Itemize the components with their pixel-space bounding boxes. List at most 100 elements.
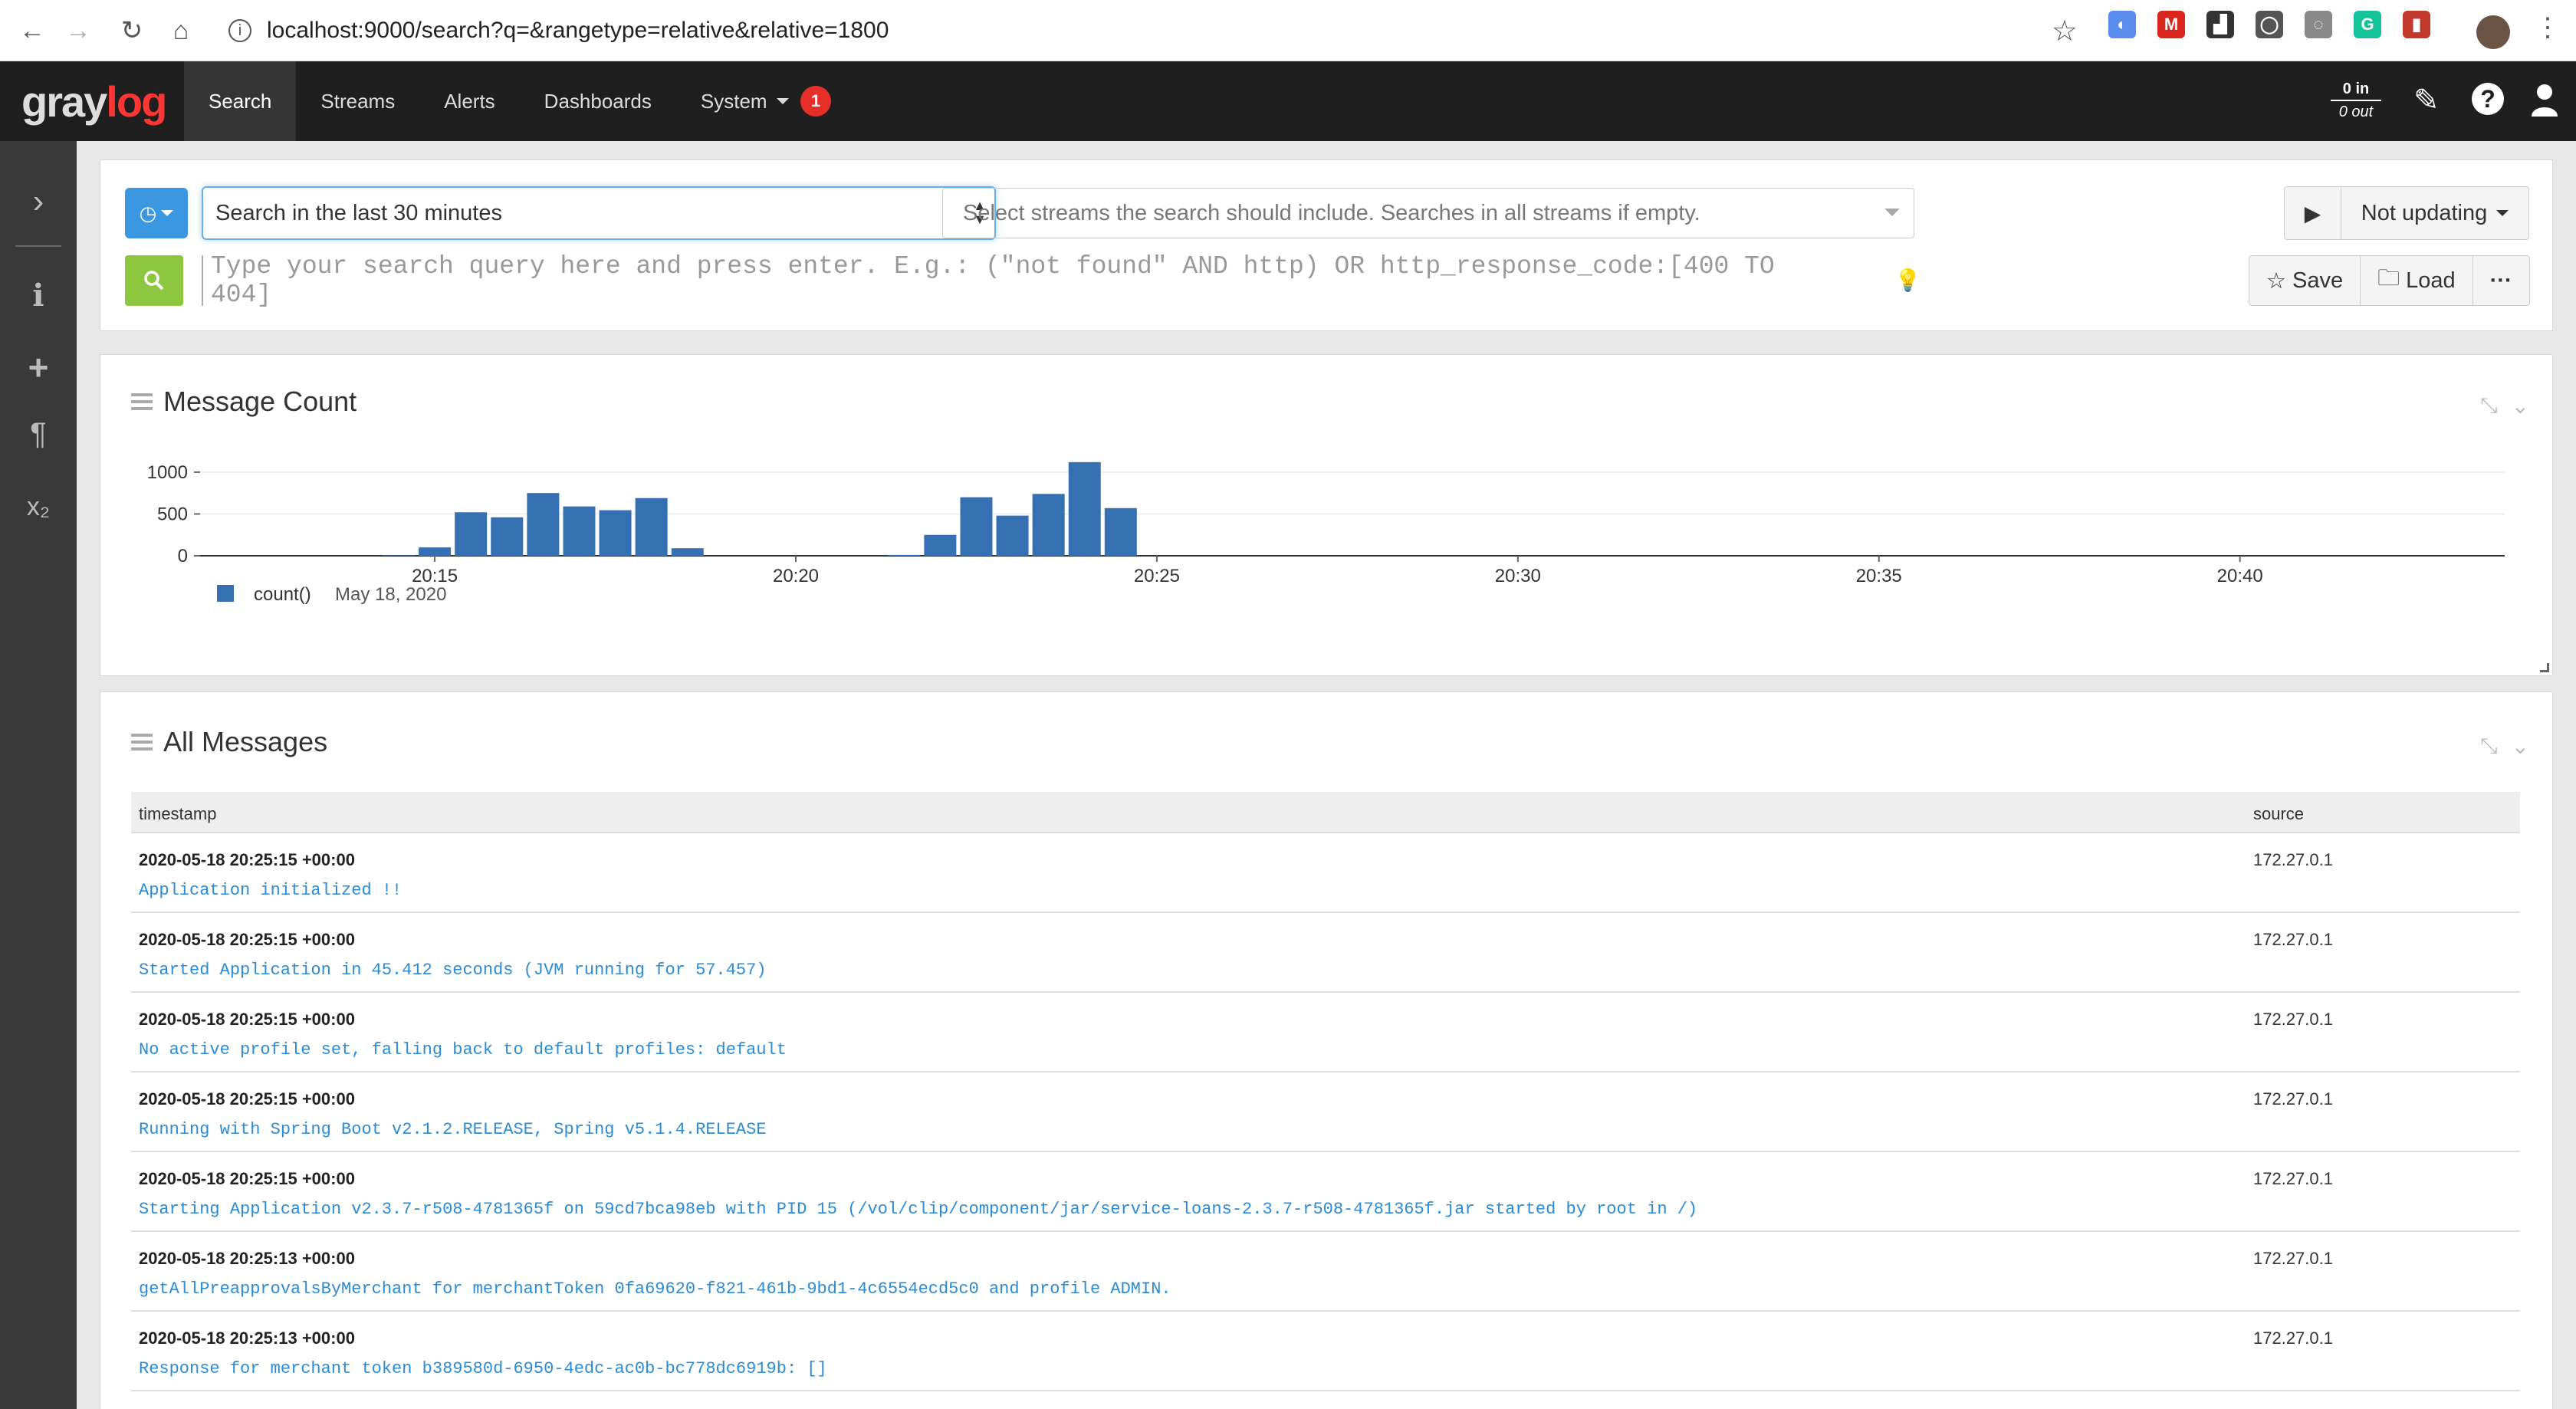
refresh-interval-dropdown[interactable]: Not updating bbox=[2341, 186, 2529, 240]
star-icon: ☆ bbox=[2266, 268, 2286, 294]
help-icon[interactable]: ? bbox=[2472, 83, 2504, 115]
time-range-type-button[interactable]: ◷ bbox=[125, 188, 188, 238]
legend-swatch bbox=[217, 585, 234, 602]
row-message[interactable]: getAllPreapprovalsByMerchant for merchan… bbox=[139, 1279, 1171, 1299]
table-row[interactable]: 2020-05-18 20:25:15 +00:00 Started Applic… bbox=[131, 913, 2520, 993]
row-message[interactable]: Response for merchant token b389580d-695… bbox=[139, 1359, 827, 1378]
row-source: 172.27.0.1 bbox=[2253, 850, 2333, 869]
ext-7-icon[interactable]: ▮ bbox=[2403, 11, 2430, 38]
chart-bar bbox=[671, 548, 704, 556]
row-timestamp: 2020-05-18 20:25:15 +00:00 bbox=[139, 1169, 355, 1188]
nav-dashboards[interactable]: Dashboards bbox=[520, 61, 676, 141]
chevron-down-icon bbox=[1884, 209, 1900, 216]
chevron-down-icon[interactable]: ⌄ bbox=[2512, 734, 2529, 759]
home-icon[interactable]: ⌂ bbox=[156, 6, 205, 55]
ext-6-icon[interactable]: G bbox=[2354, 11, 2381, 38]
subscript-icon[interactable]: x₂ bbox=[0, 492, 77, 522]
forward-icon[interactable]: → bbox=[54, 6, 103, 55]
chevron-down-icon bbox=[2496, 210, 2509, 216]
chart-bar bbox=[563, 506, 596, 556]
throughput-out: 0 out bbox=[2331, 100, 2381, 123]
message-count-panel: Message Count ⤡ ⌄ 0 500 1000 20:15 20:20 20:2… bbox=[100, 354, 2553, 676]
add-icon[interactable]: + bbox=[0, 347, 77, 388]
search-button[interactable] bbox=[125, 255, 183, 306]
x-tick-label: 20:25 bbox=[1134, 566, 1180, 586]
ext-1-icon[interactable]: ◐ bbox=[2108, 11, 2136, 38]
row-message[interactable]: Started Application in 45.412 seconds (J… bbox=[139, 961, 767, 980]
all-messages-panel: All Messages ⤡ ⌄ timestamp source 2020-0… bbox=[100, 691, 2553, 1409]
browser-menu-icon[interactable]: ⋮ bbox=[2535, 12, 2561, 43]
chart-bar bbox=[1068, 461, 1101, 556]
chart-bar bbox=[455, 512, 488, 556]
search-bar-panel: ◷ Search in the last 30 minutes ▲ ▼ Selec… bbox=[100, 159, 2553, 331]
load-button[interactable]: 🗀 Load bbox=[2361, 255, 2473, 306]
search-query-input[interactable]: Type your search query here and press en… bbox=[202, 252, 1819, 309]
folder-icon: 🗀 bbox=[2377, 265, 2400, 291]
table-row[interactable]: 2020-05-18 20:25:13 +00:00 Response for m… bbox=[131, 1312, 2520, 1391]
graylog-logo[interactable]: graylog bbox=[21, 77, 167, 126]
row-message[interactable]: Application initialized !! bbox=[139, 881, 402, 900]
expand-sidebar-icon[interactable]: › bbox=[0, 182, 77, 221]
chart-bar bbox=[960, 497, 993, 556]
play-icon: ▶ bbox=[2304, 201, 2321, 225]
bookmark-star-icon[interactable]: ☆ bbox=[2052, 14, 2078, 48]
nav-search[interactable]: Search bbox=[184, 61, 297, 141]
legend-label: count() bbox=[254, 584, 311, 605]
info-icon[interactable]: i bbox=[228, 19, 251, 42]
column-header-source[interactable]: source bbox=[2253, 804, 2304, 824]
user-icon[interactable] bbox=[2530, 83, 2559, 124]
paragraph-icon[interactable]: ¶ bbox=[0, 417, 77, 452]
update-label: Not updating bbox=[2361, 200, 2488, 225]
chart-bar bbox=[527, 493, 560, 556]
x-tick-label: 20:20 bbox=[773, 566, 819, 586]
more-actions-button[interactable]: ··· bbox=[2472, 255, 2530, 306]
row-timestamp: 2020-05-18 20:25:15 +00:00 bbox=[139, 1089, 355, 1108]
table-row[interactable]: 2020-05-18 20:25:15 +00:00 Running with S… bbox=[131, 1072, 2520, 1152]
ext-4-icon[interactable]: ◯ bbox=[2256, 11, 2283, 38]
save-button[interactable]: ☆ Save bbox=[2249, 255, 2361, 306]
resize-handle-icon[interactable] bbox=[2540, 663, 2549, 672]
profile-avatar[interactable] bbox=[2476, 15, 2510, 49]
streams-select[interactable]: Select streams the search should include… bbox=[942, 188, 1914, 238]
row-message[interactable]: Starting Application v2.3.7-r508-4781365… bbox=[139, 1200, 1697, 1219]
play-button[interactable]: ▶ bbox=[2284, 186, 2341, 240]
info-icon[interactable]: i bbox=[0, 278, 77, 314]
ext-2-icon[interactable]: M bbox=[2157, 11, 2185, 38]
browser-toolbar: ← → ↻ ⌂ i localhost:9000/search?q=&range… bbox=[0, 0, 2576, 61]
load-label: Load bbox=[2406, 268, 2456, 293]
table-row[interactable]: 2020-05-18 20:25:15 +00:00 Application in… bbox=[131, 833, 2520, 913]
query-help-icon[interactable]: 💡 bbox=[1894, 268, 1921, 293]
chart-bar bbox=[383, 555, 416, 556]
table-row[interactable]: 2020-05-18 20:25:15 +00:00 Starting Appli… bbox=[131, 1152, 2520, 1232]
nav-alerts[interactable]: Alerts bbox=[419, 61, 519, 141]
row-message[interactable]: Running with Spring Boot v2.1.2.RELEASE,… bbox=[139, 1120, 767, 1139]
throughput-counter[interactable]: 0 in 0 out bbox=[2331, 78, 2381, 123]
column-header-timestamp[interactable]: timestamp bbox=[139, 804, 216, 824]
notification-badge[interactable]: 1 bbox=[800, 86, 831, 117]
time-range-value: Search in the last 30 minutes bbox=[215, 200, 502, 225]
left-sidebar: › i + ¶ x₂ bbox=[0, 141, 77, 1409]
table-row[interactable]: 2020-05-18 20:25:13 +00:00 getAllPreappro… bbox=[131, 1232, 2520, 1312]
ext-3-icon[interactable]: ▟ bbox=[2206, 11, 2234, 38]
nav-system[interactable]: System bbox=[676, 61, 813, 141]
message-count-chart[interactable]: 0 500 1000 20:15 20:20 20:25 20:30 20:35 20:40 co… bbox=[100, 355, 2554, 677]
row-message[interactable]: No active profile set, falling back to d… bbox=[139, 1040, 787, 1059]
compress-icon[interactable]: ⤡ bbox=[2480, 734, 2497, 759]
row-timestamp: 2020-05-18 20:25:13 +00:00 bbox=[139, 1329, 355, 1348]
save-label: Save bbox=[2292, 268, 2344, 293]
address-bar[interactable]: i localhost:9000/search?q=&rangetype=rel… bbox=[215, 8, 2085, 54]
x-tick-label: 20:35 bbox=[1856, 566, 1902, 586]
chart-bar bbox=[888, 554, 921, 556]
row-source: 172.27.0.1 bbox=[2253, 1089, 2333, 1108]
chart-bar bbox=[419, 547, 452, 556]
streams-placeholder: Select streams the search should include… bbox=[963, 200, 1700, 225]
drag-handle-icon[interactable] bbox=[131, 734, 153, 750]
back-icon[interactable]: ← bbox=[8, 6, 57, 55]
ext-5-icon[interactable]: ◌ bbox=[2305, 11, 2332, 38]
edit-icon[interactable]: ✎ bbox=[2413, 83, 2440, 118]
clock-icon: ◷ bbox=[139, 201, 157, 225]
nav-streams[interactable]: Streams bbox=[296, 61, 419, 141]
reload-icon[interactable]: ↻ bbox=[107, 6, 156, 55]
time-range-select[interactable]: Search in the last 30 minutes ▲ ▼ bbox=[202, 186, 996, 240]
table-row[interactable]: 2020-05-18 20:25:15 +00:00 No active prof… bbox=[131, 993, 2520, 1072]
